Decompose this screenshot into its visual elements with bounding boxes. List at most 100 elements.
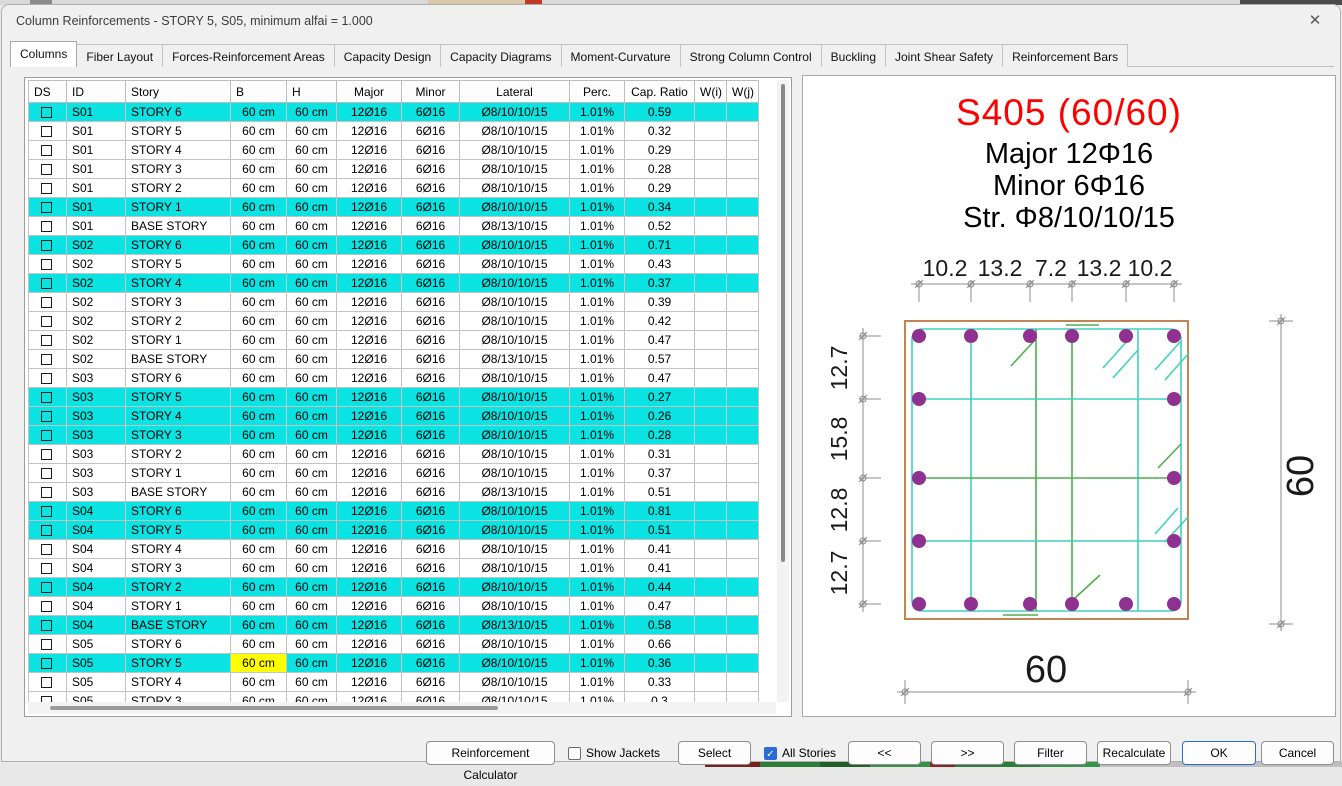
table-row[interactable]: S04STORY 460 cm60 cm12Ø166Ø16Ø8/10/10/15…: [29, 540, 759, 559]
row-checkbox[interactable]: [41, 468, 52, 479]
row-checkbox[interactable]: [41, 658, 52, 669]
table-row[interactable]: S03STORY 260 cm60 cm12Ø166Ø16Ø8/10/10/15…: [29, 445, 759, 464]
header-b[interactable]: B: [231, 81, 287, 103]
table-row[interactable]: S02STORY 560 cm60 cm12Ø166Ø16Ø8/10/10/15…: [29, 255, 759, 274]
row-checkbox[interactable]: [41, 449, 52, 460]
row-checkbox[interactable]: [41, 411, 52, 422]
header-ds[interactable]: DS: [29, 81, 67, 103]
reinforcement-calculator-button[interactable]: Reinforcement Calculator: [426, 741, 555, 765]
row-checkbox[interactable]: [41, 335, 52, 346]
row-checkbox[interactable]: [41, 183, 52, 194]
table-row[interactable]: S04STORY 360 cm60 cm12Ø166Ø16Ø8/10/10/15…: [29, 559, 759, 578]
next-button[interactable]: >>: [931, 741, 1004, 765]
table-row[interactable]: S01STORY 660 cm60 cm12Ø166Ø16Ø8/10/10/15…: [29, 103, 759, 122]
row-checkbox[interactable]: [41, 240, 52, 251]
show-jackets-checkbox[interactable]: Show Jackets: [568, 741, 660, 765]
tab-fiber-layout[interactable]: Fiber Layout: [76, 44, 163, 67]
row-checkbox[interactable]: [41, 544, 52, 555]
row-checkbox[interactable]: [41, 392, 52, 403]
header-wi[interactable]: W(i): [695, 81, 727, 103]
table-row[interactable]: S05STORY 560 cm60 cm12Ø166Ø16Ø8/10/10/15…: [29, 654, 759, 673]
table-row[interactable]: S05STORY 660 cm60 cm12Ø166Ø16Ø8/10/10/15…: [29, 635, 759, 654]
tab-strong-column-control[interactable]: Strong Column Control: [680, 44, 822, 67]
table-row[interactable]: S03STORY 160 cm60 cm12Ø166Ø16Ø8/10/10/15…: [29, 464, 759, 483]
header-h[interactable]: H: [287, 81, 337, 103]
row-checkbox[interactable]: [41, 601, 52, 612]
cancel-button[interactable]: Cancel: [1261, 741, 1334, 765]
row-checkbox[interactable]: [41, 107, 52, 118]
row-checkbox[interactable]: [41, 297, 52, 308]
header-wj[interactable]: W(j): [727, 81, 759, 103]
table-row[interactable]: S03STORY 460 cm60 cm12Ø166Ø16Ø8/10/10/15…: [29, 407, 759, 426]
row-checkbox[interactable]: [41, 316, 52, 327]
row-checkbox[interactable]: [41, 354, 52, 365]
table-row[interactable]: S02STORY 660 cm60 cm12Ø166Ø16Ø8/10/10/15…: [29, 236, 759, 255]
row-checkbox[interactable]: [41, 639, 52, 650]
show-jackets-checkbox-box[interactable]: [568, 747, 581, 760]
header-id[interactable]: ID: [67, 81, 126, 103]
vertical-scrollbar-thumb[interactable]: [781, 84, 785, 562]
header-perc[interactable]: Perc.: [570, 81, 625, 103]
tab-capacity-design[interactable]: Capacity Design: [334, 44, 441, 67]
row-checkbox[interactable]: [41, 506, 52, 517]
select-button[interactable]: Select: [678, 741, 751, 765]
filter-button[interactable]: Filter: [1014, 741, 1087, 765]
table-row[interactable]: S03BASE STORY60 cm60 cm12Ø166Ø16Ø8/13/10…: [29, 483, 759, 502]
table-row[interactable]: S02STORY 260 cm60 cm12Ø166Ø16Ø8/10/10/15…: [29, 312, 759, 331]
table-row[interactable]: S02BASE STORY60 cm60 cm12Ø166Ø16Ø8/13/10…: [29, 350, 759, 369]
table-row[interactable]: S04STORY 260 cm60 cm12Ø166Ø16Ø8/10/10/15…: [29, 578, 759, 597]
tab-buckling[interactable]: Buckling: [821, 44, 886, 67]
table-row[interactable]: S01STORY 460 cm60 cm12Ø166Ø16Ø8/10/10/15…: [29, 141, 759, 160]
row-checkbox[interactable]: [41, 221, 52, 232]
header-lateral[interactable]: Lateral: [460, 81, 570, 103]
table-row[interactable]: S03STORY 560 cm60 cm12Ø166Ø16Ø8/10/10/15…: [29, 388, 759, 407]
table-row[interactable]: S01BASE STORY60 cm60 cm12Ø166Ø16Ø8/13/10…: [29, 217, 759, 236]
tab-reinforcement-bars[interactable]: Reinforcement Bars: [1002, 44, 1128, 67]
all-stories-checkbox[interactable]: ✓ All Stories: [764, 741, 836, 765]
row-checkbox[interactable]: [41, 126, 52, 137]
tab-capacity-diagrams[interactable]: Capacity Diagrams: [440, 44, 561, 67]
table-row[interactable]: S05STORY 460 cm60 cm12Ø166Ø16Ø8/10/10/15…: [29, 673, 759, 692]
close-icon[interactable]: ✕: [1304, 11, 1326, 31]
tab-moment-curvature[interactable]: Moment-Curvature: [561, 44, 681, 67]
header-minor[interactable]: Minor: [402, 81, 460, 103]
row-checkbox[interactable]: [41, 278, 52, 289]
table-row[interactable]: S02STORY 460 cm60 cm12Ø166Ø16Ø8/10/10/15…: [29, 274, 759, 293]
row-checkbox[interactable]: [41, 677, 52, 688]
table-row[interactable]: S02STORY 160 cm60 cm12Ø166Ø16Ø8/10/10/15…: [29, 331, 759, 350]
row-checkbox[interactable]: [41, 487, 52, 498]
tab-joint-shear-safety[interactable]: Joint Shear Safety: [885, 44, 1003, 67]
table-row[interactable]: S01STORY 560 cm60 cm12Ø166Ø16Ø8/10/10/15…: [29, 122, 759, 141]
row-checkbox[interactable]: [41, 164, 52, 175]
horizontal-scrollbar[interactable]: [28, 702, 776, 714]
table-row[interactable]: S04STORY 160 cm60 cm12Ø166Ø16Ø8/10/10/15…: [29, 597, 759, 616]
previous-button[interactable]: <<: [848, 741, 921, 765]
tab-forces-reinforcement-areas[interactable]: Forces-Reinforcement Areas: [162, 44, 335, 67]
header-major[interactable]: Major: [337, 81, 402, 103]
table-row[interactable]: S04STORY 660 cm60 cm12Ø166Ø16Ø8/10/10/15…: [29, 502, 759, 521]
table-row[interactable]: S01STORY 260 cm60 cm12Ø166Ø16Ø8/10/10/15…: [29, 179, 759, 198]
ok-button[interactable]: OK: [1182, 741, 1256, 765]
row-checkbox[interactable]: [41, 430, 52, 441]
row-checkbox[interactable]: [41, 582, 52, 593]
table-row[interactable]: S01STORY 160 cm60 cm12Ø166Ø16Ø8/10/10/15…: [29, 198, 759, 217]
row-checkbox[interactable]: [41, 259, 52, 270]
table-row[interactable]: S04STORY 560 cm60 cm12Ø166Ø16Ø8/10/10/15…: [29, 521, 759, 540]
table-row[interactable]: S02STORY 360 cm60 cm12Ø166Ø16Ø8/10/10/15…: [29, 293, 759, 312]
recalculate-button[interactable]: Recalculate: [1097, 741, 1171, 765]
table-row[interactable]: S03STORY 360 cm60 cm12Ø166Ø16Ø8/10/10/15…: [29, 426, 759, 445]
vertical-scrollbar[interactable]: [777, 80, 789, 702]
row-checkbox[interactable]: [41, 145, 52, 156]
tab-columns[interactable]: Columns: [10, 41, 77, 67]
row-checkbox[interactable]: [41, 620, 52, 631]
table-row[interactable]: S01STORY 360 cm60 cm12Ø166Ø16Ø8/10/10/15…: [29, 160, 759, 179]
row-checkbox[interactable]: [41, 563, 52, 574]
horizontal-scrollbar-thumb[interactable]: [50, 706, 498, 710]
table-row[interactable]: S04BASE STORY60 cm60 cm12Ø166Ø16Ø8/13/10…: [29, 616, 759, 635]
all-stories-checkbox-box[interactable]: ✓: [764, 747, 777, 760]
row-checkbox[interactable]: [41, 373, 52, 384]
header-story[interactable]: Story: [126, 81, 231, 103]
table-row[interactable]: S03STORY 660 cm60 cm12Ø166Ø16Ø8/10/10/15…: [29, 369, 759, 388]
header-cap-ratio[interactable]: Cap. Ratio: [625, 81, 695, 103]
row-checkbox[interactable]: [41, 525, 52, 536]
